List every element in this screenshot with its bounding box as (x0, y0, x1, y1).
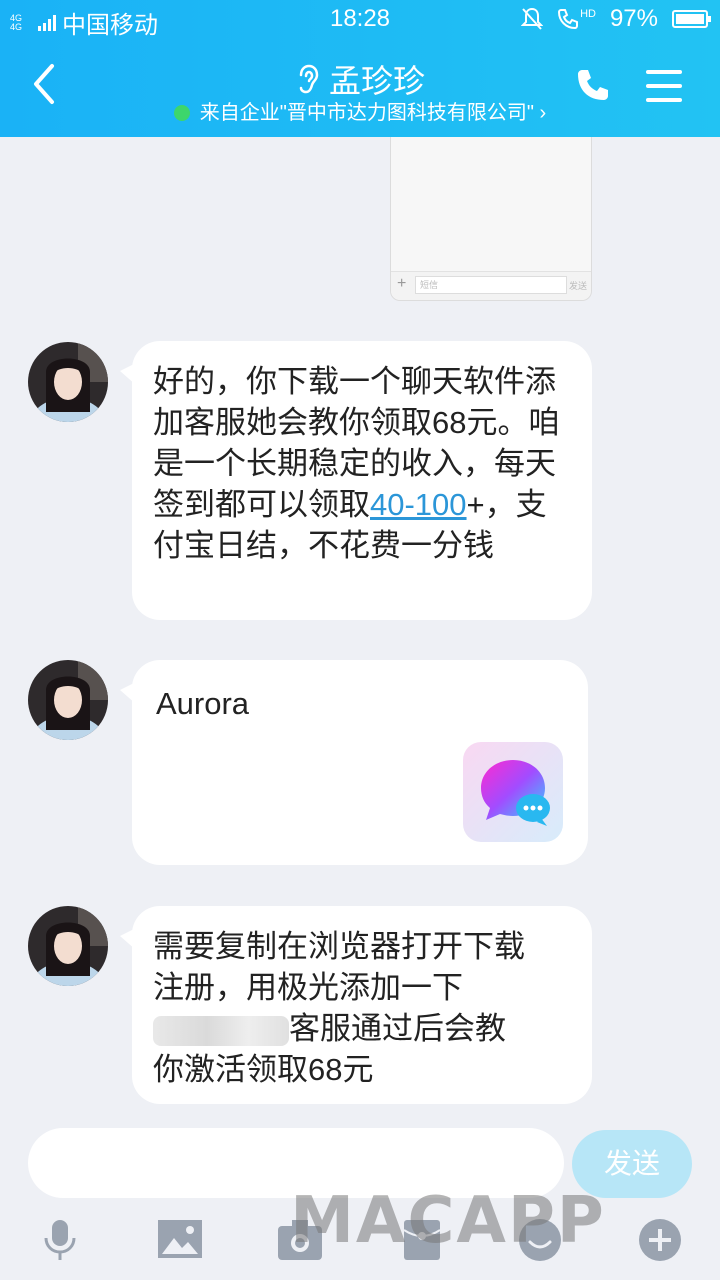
avatar[interactable] (28, 660, 108, 740)
contact-name: 孟珍珍 (328, 63, 425, 99)
chat-header: 4G 4G 中国移动 18:28 HD 97% 孟珍珍 来自企业"晋中市达力图科… (0, 0, 720, 137)
status-bar: 4G 4G 中国移动 18:28 HD 97% (0, 0, 720, 39)
app-name: Aurora (156, 686, 250, 721)
hd-label: HD (580, 8, 596, 20)
company-label: 来自企业"晋中市达力图科技有限公司" › (199, 102, 547, 124)
menu-icon[interactable] (646, 70, 682, 102)
phone-icon[interactable] (574, 68, 610, 104)
hd-call-icon: HD (557, 8, 596, 30)
ear-icon (299, 64, 319, 94)
shared-card-preview[interactable]: + 短信 发送 (390, 137, 592, 301)
message-text-part: 需要复制在浏览器打开下载注册，用极光添加一下 (153, 929, 525, 1005)
avatar[interactable] (28, 342, 108, 422)
message-text: 好的，你下载一个聊天软件添加客服她会教你领取68元。咱是一个长期稳定的收入，每天… (132, 341, 592, 566)
card-send-label: 发送 (568, 281, 587, 291)
message-bubble[interactable]: 需要复制在浏览器打开下载注册，用极光添加一下客服通过后会教你激活领取68元 (120, 906, 592, 1104)
online-status-icon (173, 105, 190, 121)
app-share-bubble[interactable]: Aurora (120, 660, 588, 865)
card-input: 短信 (415, 276, 567, 294)
company-subtitle[interactable]: 来自企业"晋中市达力图科技有限公司" › (0, 96, 720, 125)
redacted-text (153, 1015, 289, 1046)
mute-bell-icon (521, 7, 544, 30)
avatar[interactable] (28, 906, 108, 986)
watermark: MACAPP (290, 1184, 606, 1258)
battery-percent: 97% (609, 5, 658, 32)
card-input-bar: + 短信 发送 (391, 271, 591, 300)
aurora-app-icon[interactable] (463, 742, 563, 842)
image-icon[interactable] (156, 1216, 204, 1264)
message-bubble[interactable]: 好的，你下载一个聊天软件添加客服她会教你领取68元。咱是一个长期稳定的收入，每天… (120, 341, 592, 620)
microphone-icon[interactable] (36, 1216, 84, 1264)
battery-icon (672, 10, 711, 28)
message-link[interactable]: 40-100 (370, 487, 467, 522)
message-text: 需要复制在浏览器打开下载注册，用极光添加一下客服通过后会教你激活领取68元 (132, 906, 592, 1090)
card-plus-icon: + (397, 275, 407, 292)
